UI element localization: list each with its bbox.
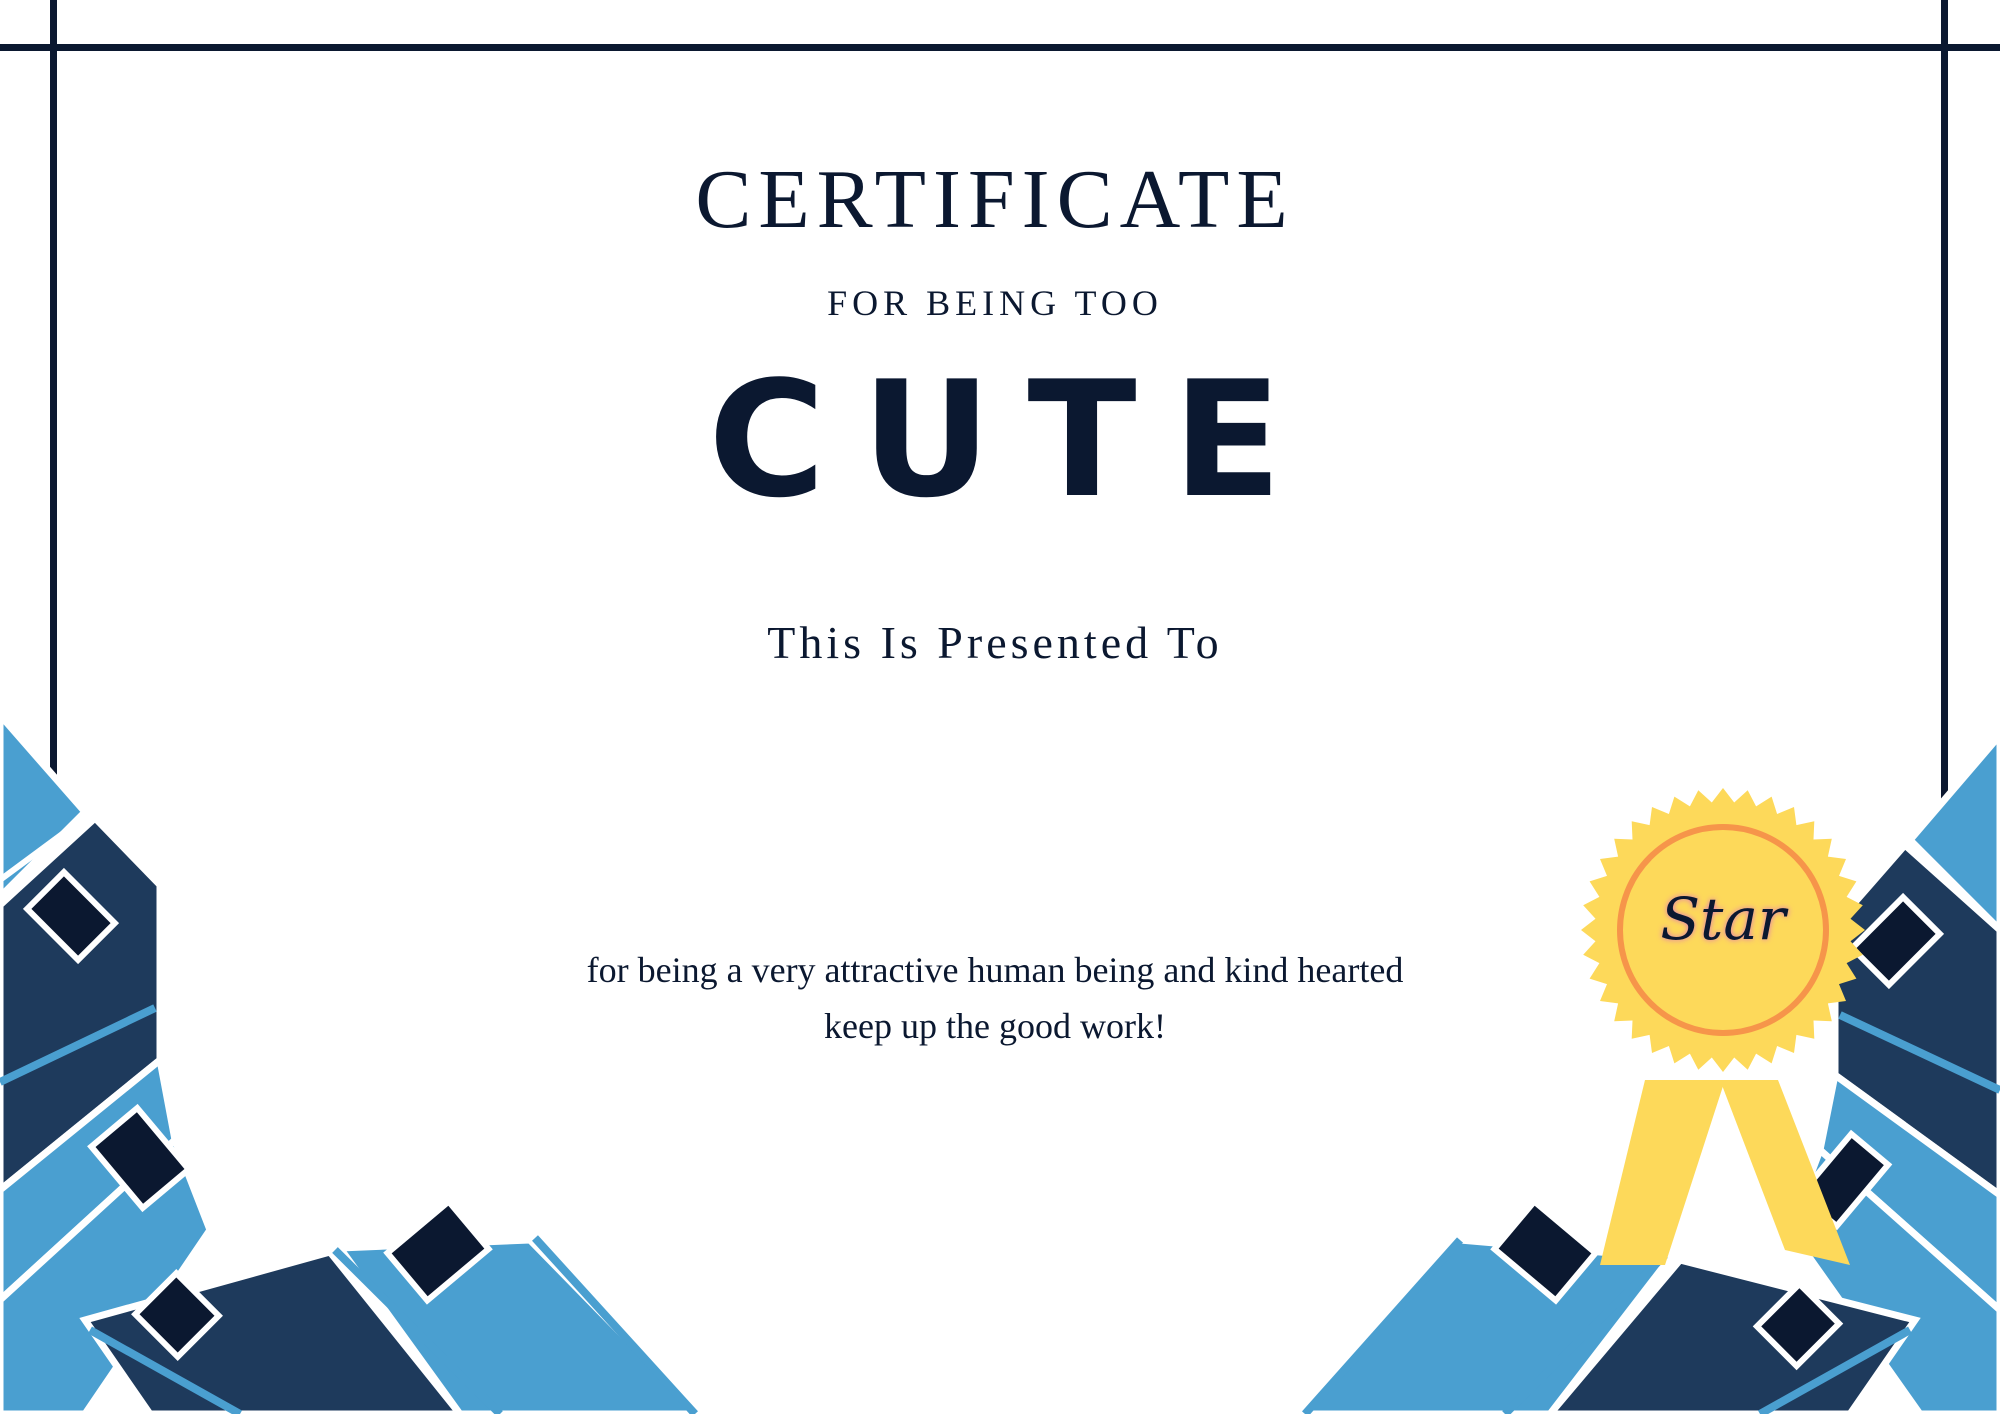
certificate-quality: CUTE <box>708 346 1318 533</box>
body-line-2: keep up the good work! <box>824 1006 1166 1046</box>
certificate-subtitle: FOR BEING TOO <box>827 283 1163 323</box>
body-line-1: for being a very attractive human being … <box>586 950 1404 990</box>
certificate-title: CERTIFICATE <box>695 153 1295 246</box>
left-corner-decoration <box>0 709 705 1414</box>
presented-to-label: This Is Presented To <box>767 617 1223 668</box>
certificate-body: for being a very attractive human being … <box>0 942 1990 1054</box>
